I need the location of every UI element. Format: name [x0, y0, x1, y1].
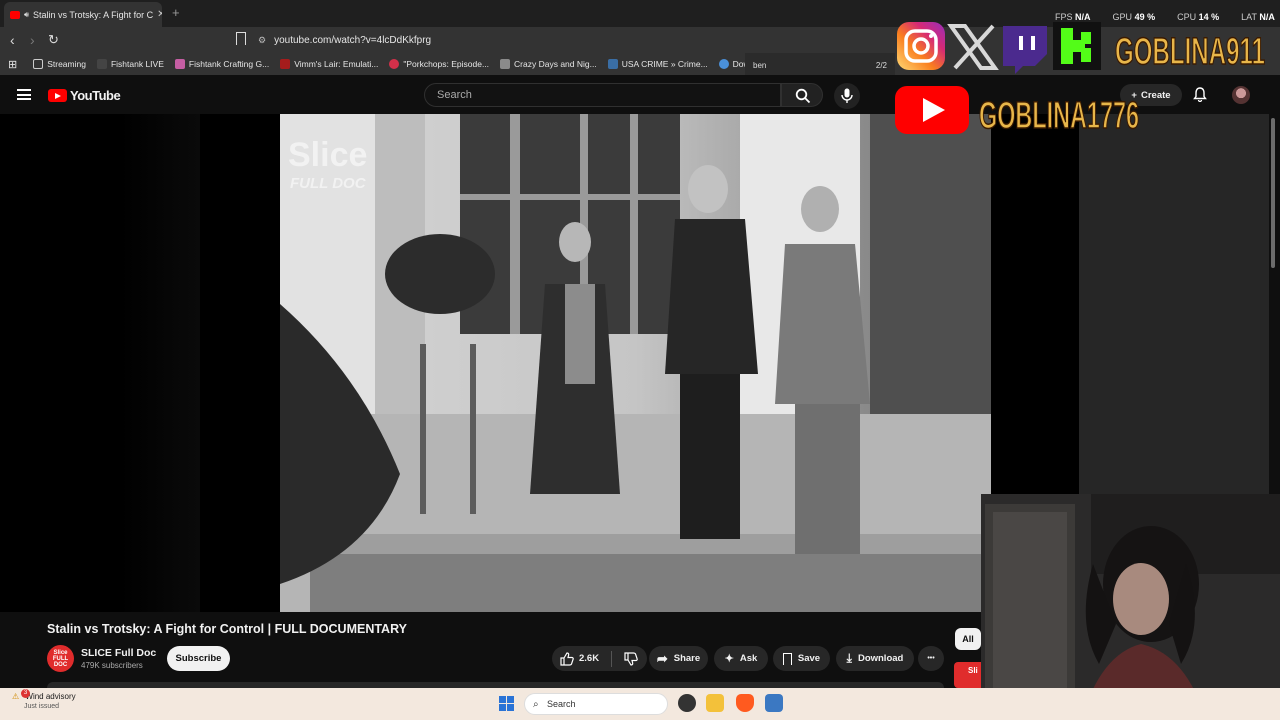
notification-badge: 3 — [21, 689, 30, 698]
search-input[interactable]: Search — [424, 83, 781, 107]
find-in-page-bar[interactable]: ben 2/2 — [745, 53, 895, 77]
weather-title: Wind advisory — [25, 692, 76, 701]
channel-name[interactable]: SLICE Full Doc — [81, 647, 156, 659]
bookmark-favicon-icon — [500, 59, 511, 69]
youtube-play-icon — [48, 89, 67, 102]
browser-tab[interactable]: 🔊︎ Stalin vs Trotsky: A Fight for C ✕ — [4, 2, 162, 27]
weather-widget[interactable]: ⚠ 3 Wind advisory Just issued — [12, 689, 76, 710]
twitch-icon — [1003, 26, 1047, 74]
weather-subtitle: Just issued — [24, 703, 60, 710]
watermark-text: Slice — [288, 136, 367, 174]
voice-search-button[interactable] — [834, 83, 860, 109]
warning-icon: ⚠ — [12, 692, 20, 701]
find-input[interactable]: ben — [753, 61, 766, 70]
like-dislike-group: 2.6K — [552, 646, 647, 671]
bookmark-item[interactable]: Crazy Days and Nig... — [500, 59, 597, 69]
taskbar-app-icon[interactable] — [678, 694, 696, 712]
chip-all[interactable]: All — [955, 628, 981, 650]
download-button[interactable]: ⤓ Download — [836, 646, 914, 671]
bookmark-item[interactable]: Vimm's Lair: Emulati... — [280, 59, 378, 69]
back-icon[interactable]: ‹ — [10, 32, 15, 48]
share-button[interactable]: ➦ Share — [649, 646, 708, 671]
url-text: youtube.com/watch?v=4lcDdKkfprg — [274, 34, 432, 46]
brave-browser-icon[interactable] — [736, 694, 754, 712]
forward-icon[interactable]: › — [30, 32, 35, 48]
x-twitter-icon — [947, 24, 999, 70]
like-button[interactable]: 2.6K — [560, 651, 600, 666]
video-title: Stalin vs Trotsky: A Fight for Control |… — [47, 622, 407, 636]
microphone-icon — [841, 88, 853, 103]
save-button[interactable]: Save — [773, 646, 830, 671]
close-tab-icon[interactable]: ✕ — [157, 9, 162, 20]
more-actions-button[interactable]: ••• — [918, 646, 944, 671]
hamburger-menu-icon[interactable] — [17, 89, 31, 100]
right-side-panel — [1079, 114, 1269, 495]
recommended-video-thumbnail[interactable]: Sli — [954, 662, 981, 688]
bookmark-item[interactable]: USA CRIME » Crime... — [607, 59, 708, 69]
bookmark-favicon-icon — [96, 59, 107, 69]
file-explorer-icon[interactable] — [706, 694, 724, 712]
divider — [611, 650, 613, 667]
bookmark-item[interactable]: Fishtank Crafting G... — [174, 59, 269, 69]
thumbs-down-icon[interactable] — [624, 651, 638, 666]
search-button[interactable] — [781, 83, 823, 107]
bookmark-item[interactable]: Streaming — [33, 59, 86, 69]
search-icon: ⌕ — [533, 698, 539, 710]
bookmark-save-icon — [782, 652, 792, 665]
thumbs-up-icon — [560, 651, 574, 666]
youtube-logo[interactable]: YouTube — [48, 88, 121, 103]
watermark-subtext: FULL DOC — [290, 175, 367, 192]
find-count: 2/2 — [875, 60, 887, 70]
bookmark-favicon-icon — [607, 59, 618, 69]
bookmark-page-icon[interactable] — [236, 32, 246, 45]
goblina1776-handle: GOBLINA1776 — [979, 95, 1139, 136]
subscriber-count: 479K subscribers — [81, 661, 143, 670]
folder-icon — [33, 59, 44, 69]
search-icon — [795, 88, 811, 104]
scrollbar-thumb[interactable] — [1271, 118, 1275, 268]
bookmark-favicon-icon — [280, 59, 291, 69]
instagram-icon — [897, 22, 945, 70]
download-icon: ⤓ — [846, 651, 852, 665]
notepad-icon[interactable] — [765, 694, 783, 712]
windows-start-icon[interactable] — [499, 696, 514, 711]
bookmark-item[interactable]: Fishtank LIVE — [96, 59, 164, 69]
youtube-favicon-icon — [10, 10, 20, 19]
like-count: 2.6K — [579, 653, 600, 664]
address-bar[interactable]: ⚙ youtube.com/watch?v=4lcDdKkfprg — [258, 30, 898, 50]
goblina911-handle: GOBLINA911 — [1115, 31, 1265, 73]
streamer-webcam — [981, 494, 1280, 720]
archival-footage-image: Slice FULL DOC — [280, 114, 991, 612]
bookmark-favicon-icon — [174, 59, 185, 69]
youtube-logo-text: YouTube — [70, 88, 121, 103]
tab-title: Stalin vs Trotsky: A Fight for C — [33, 9, 154, 20]
reload-icon[interactable]: ↻ — [48, 32, 59, 48]
apps-grid-icon[interactable]: ⊞ — [8, 58, 17, 71]
speaker-icon[interactable]: 🔊︎ — [24, 10, 29, 20]
share-icon: ➦ — [656, 650, 668, 666]
youtube-social-icon — [895, 86, 969, 134]
video-left-vignette — [0, 114, 200, 612]
video-frame[interactable]: Slice FULL DOC — [280, 114, 991, 612]
bookmark-item[interactable]: "Porkchops: Episode... — [389, 59, 489, 69]
subscribe-button[interactable]: Subscribe — [167, 646, 230, 671]
kick-icon — [1053, 22, 1101, 70]
channel-avatar[interactable]: Slice FULL DOC — [47, 645, 74, 672]
bookmark-favicon-icon — [718, 59, 729, 69]
ask-button[interactable]: ✦ Ask — [714, 646, 768, 671]
site-info-icon[interactable]: ⚙ — [258, 35, 266, 46]
new-tab-button[interactable]: + — [172, 5, 180, 20]
stream-social-overlay: GOBLINA911 GOBLINA1776 — [895, 22, 1266, 136]
taskbar-search[interactable]: ⌕ Search — [524, 693, 668, 715]
bookmark-favicon-icon — [389, 59, 400, 69]
sparkle-icon: ✦ — [724, 653, 734, 665]
webcam-image — [981, 494, 1280, 720]
